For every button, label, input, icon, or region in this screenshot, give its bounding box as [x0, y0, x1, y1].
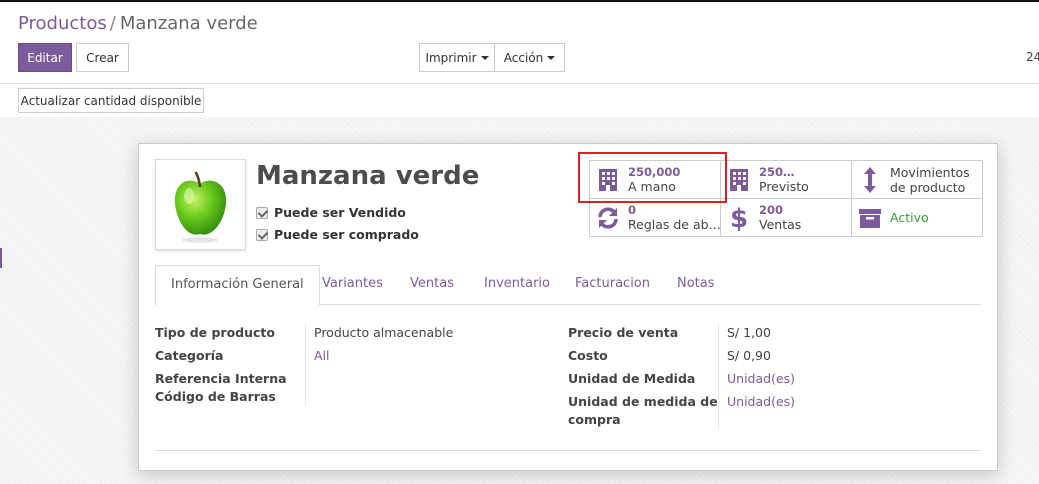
tab-facturacion[interactable]: Facturacion — [575, 265, 650, 305]
internal-reference-label: Referencia Interna — [155, 371, 287, 386]
sale-price-label: Precio de venta — [568, 325, 679, 340]
edit-button[interactable]: Editar — [18, 43, 72, 72]
breadcrumb: Productos / Manzana verde — [18, 13, 258, 34]
uom-link[interactable]: Unidad(es) — [727, 371, 795, 386]
update-quantity-button[interactable]: Actualizar cantidad disponible — [18, 88, 204, 113]
on-hand-stat-button[interactable]: 250,000 A mano — [589, 160, 721, 199]
can-be-purchased-checkbox[interactable] — [256, 228, 268, 241]
cost-label: Costo — [568, 348, 608, 363]
breadcrumb-current: Manzana verde — [119, 13, 258, 34]
can-be-sold-row: Puede ser Vendido — [256, 205, 406, 220]
product-moves-label-line2: de producto — [890, 179, 966, 195]
control-panel: Productos / Manzana verde Editar Crear Imp… — [0, 0, 1039, 84]
top-border — [0, 0, 1039, 2]
right-group-divider — [718, 324, 719, 429]
sales-label: Ventas — [759, 217, 802, 232]
purchase-uom-link[interactable]: Unidad(es) — [727, 394, 795, 409]
tab-ventas[interactable]: Ventas — [410, 265, 454, 305]
action-dropdown[interactable]: Acción — [494, 43, 565, 72]
form-bottom-divider — [155, 450, 981, 451]
barcode-label: Código de Barras — [155, 389, 276, 404]
active-label: Activo — [890, 210, 929, 225]
product-image[interactable] — [155, 159, 246, 250]
can-be-sold-label: Puede ser Vendido — [274, 205, 406, 220]
cost-value[interactable]: S/ 0,90 — [727, 348, 771, 363]
can-be-purchased-label: Puede ser comprado — [274, 227, 419, 242]
pager[interactable]: 24 — [1026, 50, 1039, 64]
forecast-stat-button[interactable]: 250… Previsto — [720, 160, 852, 199]
sale-price-value[interactable]: S/ 1,00 — [727, 325, 771, 340]
purchase-uom-label-line1: Unidad de medida de — [568, 394, 718, 409]
action-label: Acción — [503, 50, 544, 65]
refresh-icon — [596, 206, 620, 230]
forecast-value: 250… — [759, 165, 795, 179]
left-group-divider — [305, 324, 306, 406]
product-name: Manzana verde — [256, 161, 480, 191]
reorder-rules-label: Reglas de ab… — [628, 217, 720, 232]
can-be-purchased-row: Puede ser comprado — [256, 227, 419, 242]
reorder-rules-value: 0 — [628, 203, 637, 217]
left-edge-marker — [0, 248, 2, 268]
forecast-label: Previsto — [759, 179, 809, 194]
tab-informacion-general[interactable]: Información General — [155, 265, 320, 306]
product-type-label: Tipo de producto — [155, 325, 275, 340]
print-dropdown[interactable]: Imprimir — [419, 43, 495, 72]
tab-notas[interactable]: Notas — [677, 265, 715, 305]
sales-stat-button[interactable]: $ 200 Ventas — [720, 198, 852, 237]
can-be-sold-checkbox[interactable] — [256, 206, 268, 219]
uom-label: Unidad de Medida — [568, 371, 696, 386]
category-label: Categoría — [155, 348, 224, 363]
product-moves-button[interactable]: Movimientos de producto — [851, 160, 983, 199]
tab-bar: Información General Variantes Ventas Inv… — [155, 265, 981, 306]
archive-icon — [858, 207, 882, 229]
updown-arrow-icon — [858, 166, 882, 194]
product-type-value[interactable]: Producto almacenable — [314, 325, 453, 340]
create-button[interactable]: Crear — [76, 43, 129, 72]
breadcrumb-separator: / — [109, 13, 116, 34]
green-apple-icon — [174, 171, 227, 243]
chevron-down-icon — [547, 55, 556, 60]
on-hand-label: A mano — [628, 179, 676, 194]
tab-inventario[interactable]: Inventario — [484, 265, 550, 305]
form-sheet: Manzana verde Puede ser Vendido Puede se… — [138, 143, 998, 471]
breadcrumb-productos-link[interactable]: Productos — [18, 13, 107, 34]
product-moves-label-line1: Movimientos — [890, 164, 970, 180]
svg-text:$: $ — [730, 204, 748, 232]
purchase-uom-label-line2: compra — [568, 412, 621, 427]
dollar-icon: $ — [727, 204, 751, 232]
building-icon — [727, 168, 751, 192]
sales-value: 200 — [759, 203, 784, 217]
print-label: Imprimir — [425, 50, 477, 65]
chevron-down-icon — [480, 55, 489, 60]
building-icon — [596, 168, 620, 192]
on-hand-value: 250,000 — [628, 165, 681, 179]
statusbar: Actualizar cantidad disponible — [0, 84, 1039, 117]
reorder-rules-button[interactable]: 0 Reglas de ab… — [589, 198, 721, 237]
tab-variantes[interactable]: Variantes — [322, 265, 383, 305]
active-toggle-button[interactable]: Activo — [851, 198, 983, 237]
category-link[interactable]: All — [314, 348, 330, 363]
